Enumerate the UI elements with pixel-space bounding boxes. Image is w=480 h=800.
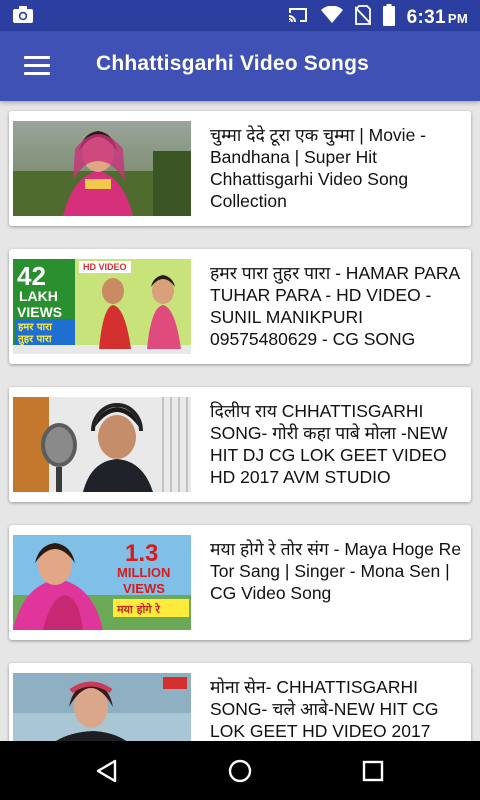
video-thumbnail[interactable] bbox=[13, 673, 191, 741]
video-title: मया होगे रे तोर संग - Maya Hoge Re Tor S… bbox=[210, 539, 462, 603]
navigation-bar bbox=[0, 741, 480, 800]
thumb-line-1: हमर पारा bbox=[17, 322, 52, 333]
hd-label: HD VIDEO bbox=[83, 262, 127, 272]
thumb-song-label: मया होगे रे bbox=[116, 602, 160, 616]
video-title: हमर पारा तुहर पारा - HAMAR PARA TUHAR PA… bbox=[210, 263, 460, 349]
video-thumbnail[interactable] bbox=[13, 121, 191, 216]
recents-icon[interactable] bbox=[359, 757, 387, 785]
video-list-item[interactable]: 1.3 MILLION VIEWS मया होगे रे मया होगे र… bbox=[9, 525, 471, 640]
thumb-line-2: तुहर पारा bbox=[17, 334, 52, 345]
views-count: 42 bbox=[17, 261, 46, 291]
hamburger-menu-icon[interactable] bbox=[22, 53, 52, 79]
battery-icon bbox=[382, 4, 395, 31]
video-thumbnail[interactable]: 1.3 MILLION VIEWS मया होगे रे bbox=[13, 535, 191, 630]
app-bar: Chhattisgarhi Video Songs bbox=[0, 31, 480, 101]
views-unit: LAKH bbox=[19, 288, 58, 304]
views-unit: MILLION bbox=[117, 565, 170, 580]
video-title: चुम्मा देदे टूरा एक चुम्मा | Movie - Ban… bbox=[210, 125, 426, 211]
video-thumbnail[interactable] bbox=[13, 397, 191, 492]
no-sim-icon bbox=[354, 5, 372, 30]
page-title: Chhattisgarhi Video Songs bbox=[96, 52, 369, 75]
views-label: VIEWS bbox=[123, 581, 165, 596]
video-list-item[interactable]: चुम्मा देदे टूरा एक चुम्मा | Movie - Ban… bbox=[9, 111, 471, 226]
views-count: 1.3 bbox=[125, 540, 158, 567]
status-bar: 6:31 PM bbox=[0, 0, 480, 31]
back-icon[interactable] bbox=[93, 757, 121, 785]
video-list-item[interactable]: मोना सेन- CHHATTISGARHI SONG- चले आबे-NE… bbox=[9, 663, 471, 741]
video-title: दिलीप राय CHHATTISGARHI SONG- गोरी कहा प… bbox=[210, 401, 448, 487]
cast-icon bbox=[287, 6, 309, 29]
home-icon[interactable] bbox=[226, 757, 254, 785]
views-label: VIEWS bbox=[17, 304, 62, 320]
video-list-item[interactable]: दिलीप राय CHHATTISGARHI SONG- गोरी कहा प… bbox=[9, 387, 471, 502]
video-list-item[interactable]: 42 LAKH VIEWS हमर पारा तुहर पारा HD VIDE… bbox=[9, 249, 471, 364]
video-list[interactable]: चुम्मा देदे टूरा एक चुम्मा | Movie - Ban… bbox=[0, 101, 480, 741]
video-title: मोना सेन- CHHATTISGARHI SONG- चले आबे-NE… bbox=[210, 677, 439, 741]
wifi-icon bbox=[320, 5, 343, 29]
clock: 6:31 PM bbox=[406, 6, 468, 28]
camera-icon bbox=[12, 5, 34, 30]
video-thumbnail[interactable]: 42 LAKH VIEWS हमर पारा तुहर पारा HD VIDE… bbox=[13, 259, 191, 354]
